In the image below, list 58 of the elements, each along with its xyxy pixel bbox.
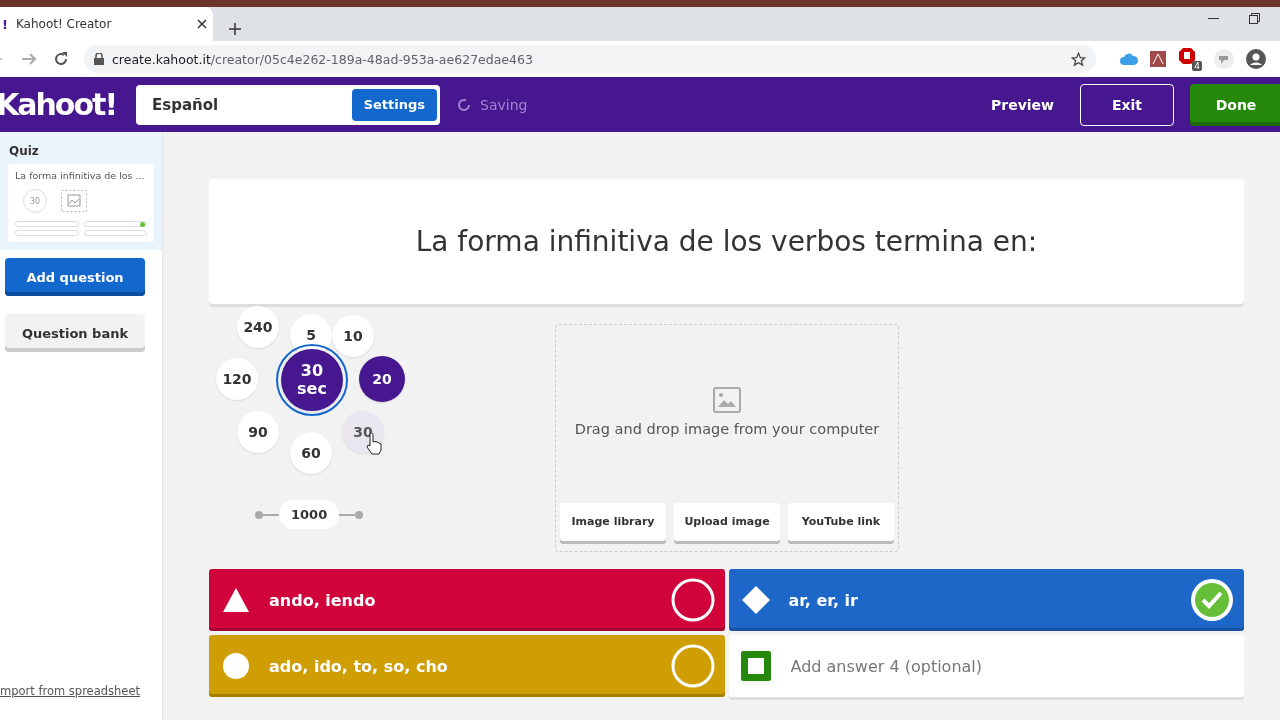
time-option[interactable]: 20	[359, 356, 405, 402]
answer-option[interactable]: Add answer 4 (optional)	[728, 635, 1244, 697]
import-link[interactable]: mport from spreadsheet	[0, 684, 140, 698]
close-icon[interactable]	[197, 19, 207, 29]
exit-button[interactable]: Exit	[1080, 83, 1174, 126]
new-tab-icon[interactable]	[229, 23, 241, 35]
answer-text: ado, ido, to, so, cho	[269, 656, 449, 676]
slide-type-label: Quiz	[8, 144, 40, 158]
answer-text: ando, iendo	[269, 590, 377, 610]
url-text: create.kahoot.it/creator/05c4e262-189a-48ad-953a-ae627edae463	[112, 51, 534, 67]
question-bank-button[interactable]: Question bank	[5, 314, 145, 352]
answer-field[interactable]: Add answer 4 (optional)	[788, 655, 1234, 677]
answer-text: ar, er, ir	[788, 590, 859, 610]
radio-circle-icon[interactable]	[670, 578, 715, 622]
question-slide[interactable]: Quiz La forma infinitiva de los ... 30	[0, 132, 162, 250]
time-option[interactable]: 120	[216, 358, 258, 400]
title-field[interactable]: Español Settings	[136, 84, 440, 125]
saving-status: Saving	[480, 96, 528, 113]
time-option[interactable]: 30	[342, 411, 384, 453]
image-placeholder-icon	[61, 190, 87, 212]
browser-tab[interactable]: ! Kahoot! Creator	[0, 7, 213, 41]
slider-track-icon	[255, 510, 279, 519]
address-bar[interactable]: create.kahoot.it/creator/05c4e262-189a-48ad-953a-ae627edae463	[84, 45, 1096, 73]
answer-option[interactable]: ando, iendo	[209, 569, 725, 631]
settings-button[interactable]: Settings	[351, 88, 437, 121]
pdf-extension-icon[interactable]	[1150, 51, 1166, 67]
time-option[interactable]: 90	[237, 411, 279, 453]
bookmark-star-icon[interactable]	[1071, 51, 1086, 67]
radio-circle-icon[interactable]	[670, 644, 715, 688]
media-button[interactable]: Upload image	[674, 503, 780, 541]
square-icon	[740, 651, 771, 681]
sync-icon	[456, 96, 472, 113]
answer-option[interactable]: ar, er, ir	[728, 569, 1244, 631]
lock-icon	[94, 53, 104, 65]
preview-button[interactable]: Preview	[981, 83, 1064, 126]
extension-icon[interactable]	[1214, 49, 1234, 69]
slider-track-icon	[339, 510, 364, 519]
dropzone-hint: Drag and drop image from your computer	[574, 421, 880, 437]
points-selector[interactable]: 1000	[279, 500, 340, 529]
cloud-icon[interactable]	[1120, 52, 1138, 66]
diamond-icon	[740, 585, 771, 615]
profile-avatar-icon[interactable]	[1246, 49, 1266, 69]
media-button[interactable]: Image library	[560, 503, 666, 541]
slide-title: La forma infinitiva de los ...	[15, 170, 146, 181]
image-icon	[713, 387, 741, 413]
media-button[interactable]: YouTube link	[788, 503, 894, 541]
done-button[interactable]: Done	[1190, 83, 1280, 126]
time-option[interactable]: 240	[237, 306, 279, 348]
kahoot-favicon-icon: !	[2, 16, 8, 32]
question-field[interactable]: La forma infinitiva de los verbos termina en:	[209, 179, 1244, 304]
restore-icon[interactable]	[1249, 13, 1260, 24]
reload-icon[interactable]	[52, 50, 70, 68]
time-option[interactable]: 60	[290, 432, 332, 474]
time-option[interactable]: 10	[332, 315, 374, 357]
circle-icon	[221, 651, 251, 681]
check-icon[interactable]	[1190, 578, 1234, 622]
add-question-button[interactable]: Add question	[5, 258, 145, 296]
media-dropzone[interactable]: Drag and drop image from your computer Image library Upload image YouTube link	[555, 324, 899, 552]
